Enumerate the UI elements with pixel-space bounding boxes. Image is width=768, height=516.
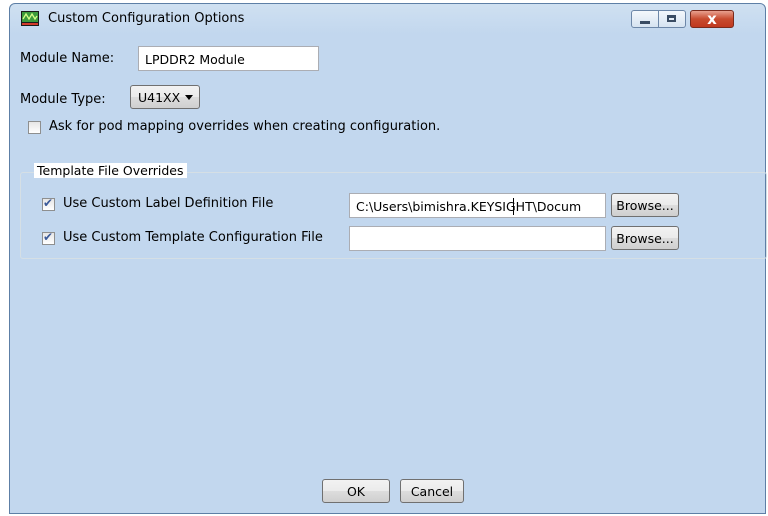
browse-template-configuration-button[interactable]: Browse... (611, 226, 679, 250)
close-icon: x (707, 10, 717, 28)
label-definition-path-input[interactable]: C:\Users\bimishra.KEYSIGHT\Docum (349, 193, 606, 218)
module-name-input[interactable]: LPDDR2 Module (138, 46, 319, 71)
module-type-dropdown[interactable]: U41XX (130, 85, 201, 109)
module-name-value: LPDDR2 Module (145, 52, 245, 67)
cancel-button[interactable]: Cancel (400, 479, 464, 503)
label-definition-path-value: C:\Users\bimishra.KEYSIGHT\Docum (356, 199, 582, 214)
ok-button[interactable]: OK (322, 479, 390, 503)
template-configuration-path-input[interactable] (349, 226, 606, 251)
label-definition-label: Use Custom Label Definition File (63, 196, 274, 211)
template-configuration-checkbox[interactable] (42, 230, 55, 245)
minimize-button[interactable] (631, 10, 659, 28)
browse-label-definition-button[interactable]: Browse... (611, 193, 679, 217)
text-caret (513, 198, 514, 215)
template-configuration-label: Use Custom Template Configuration File (63, 230, 323, 245)
maximize-button[interactable] (659, 10, 686, 28)
template-overrides-legend: Template File Overrides (34, 163, 187, 178)
title-bar[interactable]: Custom Configuration Options x (10, 4, 765, 34)
maximize-icon (667, 15, 676, 22)
module-type-selected: U41XX (138, 90, 181, 105)
close-button[interactable]: x (690, 10, 734, 28)
pod-mapping-checkbox[interactable] (28, 121, 41, 134)
chevron-down-icon (185, 95, 194, 100)
oscilloscope-app-icon (21, 11, 39, 26)
module-type-label: Module Type: (20, 92, 106, 107)
label-definition-checkbox[interactable] (42, 196, 55, 211)
module-name-label: Module Name: (20, 51, 115, 66)
pod-mapping-label: Ask for pod mapping overrides when creat… (49, 119, 441, 134)
window-title: Custom Configuration Options (48, 11, 245, 26)
minimize-icon (640, 21, 650, 24)
